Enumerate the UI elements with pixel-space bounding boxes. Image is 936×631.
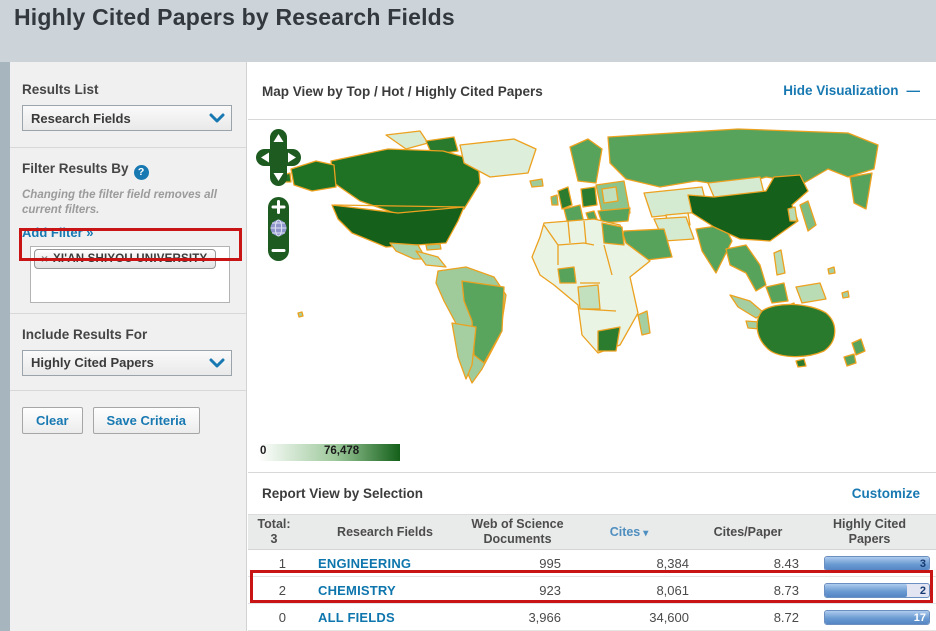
page-title: Highly Cited Papers by Research Fields [14, 4, 455, 30]
hcp-count: 17 [913, 611, 926, 624]
page-header-band: Highly Cited Papers by Research Fields [0, 0, 936, 62]
active-filters-box: × XI'AN SHIYOU UNIVERSITY [30, 245, 230, 303]
docs-value: 995 [539, 555, 561, 571]
world-choropleth-map[interactable] [268, 125, 928, 425]
row-rank: 0 [278, 609, 286, 625]
sort-descending-icon: ▾ [643, 527, 649, 539]
remove-filter-icon[interactable]: × [41, 253, 48, 265]
results-list-label: Results List [22, 82, 99, 97]
cites-per-paper-value: 8.72 [773, 609, 799, 625]
cites-value: 8,384 [656, 555, 689, 571]
report-table: Total: 3 Research Fields Web of Science … [248, 514, 936, 631]
include-results-dropdown[interactable]: Highly Cited Papers [22, 349, 232, 376]
table-header-row: Total: 3 Research Fields Web of Science … [248, 514, 936, 550]
cites-per-paper-value: 8.73 [773, 582, 799, 598]
chevron-down-icon [209, 358, 225, 368]
legend-min-value: 0 [260, 445, 267, 457]
docs-value: 3,966 [528, 609, 561, 625]
main-panel: Map View by Top / Hot / Highly Cited Pap… [248, 62, 936, 631]
hcp-bar: 17 [824, 609, 930, 625]
clear-button[interactable]: Clear [22, 406, 83, 434]
column-cites-sort[interactable]: Cites ▾ [565, 525, 693, 540]
column-highly-cited-papers: Highly Cited Papers [833, 517, 906, 546]
hcp-count: 2 [919, 584, 926, 597]
save-criteria-button[interactable]: Save Criteria [92, 406, 201, 434]
report-header: Report View by Selection Customize [248, 472, 936, 514]
help-icon[interactable]: ? [133, 164, 149, 180]
row-rank: 1 [278, 555, 286, 571]
column-research-fields: Research Fields [337, 524, 433, 539]
map-header: Map View by Top / Hot / Highly Cited Pap… [248, 62, 936, 120]
map-view-title: Map View by Top / Hot / Highly Cited Pap… [262, 84, 543, 99]
table-row-all-fields: 0 ALL FIELDS 3,966 34,600 8.72 17 [248, 604, 936, 631]
sidebar-actions: Clear Save Criteria [10, 391, 246, 434]
results-list-dropdown[interactable]: Research Fields [22, 105, 232, 131]
results-list-selected-value: Research Fields [31, 110, 131, 126]
map-visualization: 0 76,478 [248, 121, 936, 472]
page: Highly Cited Papers by Research Fields R… [0, 0, 936, 631]
cites-per-paper-value: 8.43 [773, 555, 799, 571]
filter-results-label: Filter Results By [22, 161, 129, 176]
chevron-down-icon [209, 113, 225, 123]
minimize-icon: — [906, 83, 921, 98]
include-results-selected-value: Highly Cited Papers [31, 355, 154, 371]
hcp-bar-fill [825, 583, 908, 597]
column-cites-per-paper: Cites/Paper [713, 524, 783, 539]
docs-value: 923 [539, 582, 561, 598]
hcp-bar: 3 [824, 555, 930, 571]
hcp-bar: 2 [824, 582, 930, 598]
hide-visualization-link[interactable]: Hide Visualization — [783, 83, 920, 98]
include-results-section: Include Results For Highly Cited Papers [10, 314, 246, 390]
map-pan-control [256, 129, 301, 186]
include-results-label: Include Results For [22, 326, 148, 342]
customize-link[interactable]: Customize [852, 486, 920, 501]
legend-max-value: 76,478 [324, 445, 360, 457]
row-rank: 2 [278, 582, 286, 598]
sidebar: Results List Research Fields Filter Resu… [10, 62, 247, 631]
field-link-all-fields[interactable]: ALL FIELDS [300, 610, 470, 625]
add-filter-link[interactable]: Add Filter » [22, 225, 94, 240]
field-link-chemistry[interactable]: CHEMISTRY [300, 583, 470, 598]
column-total: Total: 3 [257, 517, 291, 546]
left-edge-strip [0, 62, 10, 631]
cites-value: 34,600 [649, 609, 689, 625]
hcp-bar-fill [825, 556, 929, 570]
results-list-section: Results List Research Fields [10, 62, 246, 147]
hcp-count: 3 [919, 557, 926, 570]
filter-tag[interactable]: × XI'AN SHIYOU UNIVERSITY [34, 248, 217, 269]
filter-tag-label: XI'AN SHIYOU UNIVERSITY [53, 252, 208, 265]
filter-section: Filter Results By? Changing the filter f… [10, 148, 246, 313]
map-zoom-control [268, 197, 289, 261]
field-link-engineering[interactable]: ENGINEERING [300, 556, 470, 571]
map-controls [256, 129, 301, 261]
column-wos-documents: Web of Science Documents [471, 517, 564, 546]
report-view-title: Report View by Selection [262, 486, 424, 501]
table-row-engineering: 1 ENGINEERING 995 8,384 8.43 3 [248, 550, 936, 577]
map-legend: 0 76,478 [252, 443, 452, 463]
filter-note: Changing the filter field removes all cu… [22, 188, 217, 216]
table-row-chemistry: 2 CHEMISTRY 923 8,061 8.73 2 [248, 577, 936, 604]
cites-value: 8,061 [656, 582, 689, 598]
hide-visualization-label: Hide Visualization [783, 83, 899, 98]
